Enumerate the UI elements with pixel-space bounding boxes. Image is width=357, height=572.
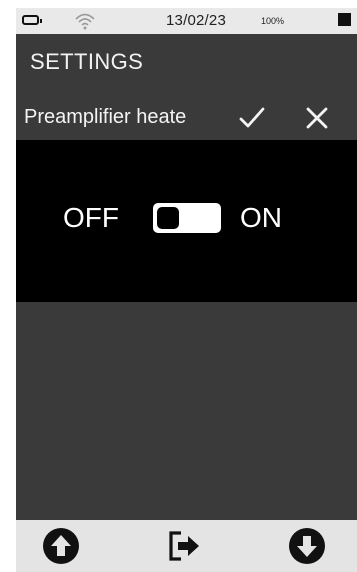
- check-icon[interactable]: [234, 100, 270, 136]
- toggle-panel: OFF ON: [16, 140, 357, 302]
- on-label: ON: [240, 202, 282, 233]
- on-off-toggle[interactable]: [153, 203, 221, 233]
- status-bar: 13/02/23 100%: [16, 8, 357, 34]
- wifi-icon: [75, 13, 95, 30]
- edit-bar: Preamplifier heate: [16, 96, 357, 140]
- off-label: OFF: [63, 202, 119, 233]
- battery-icon: [22, 15, 42, 25]
- stop-square-icon: [338, 13, 351, 26]
- arrow-down-circle-icon[interactable]: [287, 526, 327, 566]
- field-name-label: Preamplifier heate: [24, 106, 187, 128]
- status-date: 13/02/23: [166, 12, 226, 29]
- exit-icon[interactable]: [164, 526, 204, 566]
- title-bar: SETTINGS: [16, 34, 357, 96]
- close-icon[interactable]: [299, 100, 335, 136]
- arrow-up-circle-icon[interactable]: [41, 526, 81, 566]
- content-area: [16, 302, 357, 520]
- page-title: SETTINGS: [30, 49, 144, 74]
- battery-level-text: 100%: [261, 16, 285, 26]
- bottom-nav: [16, 520, 357, 572]
- device-screen: 13/02/23 100% SETTINGS Preamplifier heat…: [16, 8, 357, 572]
- toggle-knob: [157, 207, 179, 229]
